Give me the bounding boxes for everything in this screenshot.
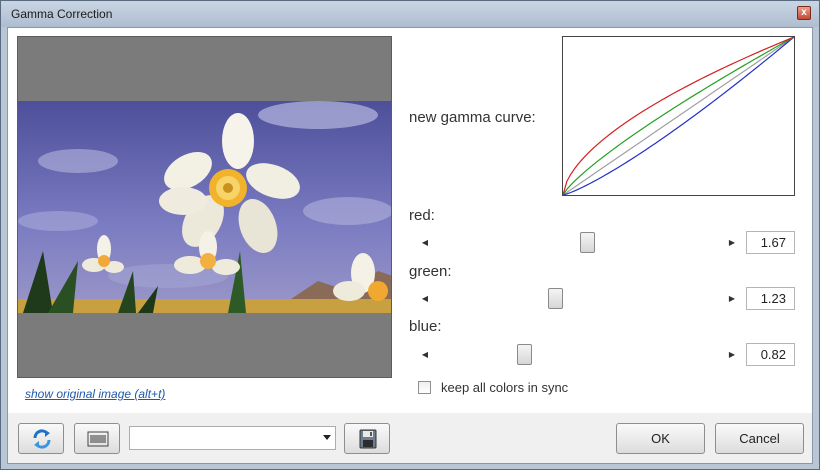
- histogram-button[interactable]: [74, 423, 120, 454]
- red-label: red:: [409, 207, 435, 224]
- reset-button[interactable]: [18, 423, 64, 454]
- reference-curve: [562, 36, 795, 196]
- refresh-icon: [33, 429, 51, 449]
- blue-label: blue:: [409, 318, 442, 335]
- blue-value-field[interactable]: 0.82: [746, 343, 795, 366]
- sync-label: keep all colors in sync: [441, 380, 569, 395]
- sync-checkbox[interactable]: [418, 381, 431, 394]
- image-preview: [17, 36, 392, 378]
- gamma-correction-dialog: Gamma Correction x show original image (…: [0, 0, 820, 470]
- ok-button[interactable]: OK: [616, 423, 705, 454]
- gamma-curve-label: new gamma curve:: [409, 109, 536, 126]
- red-slider-track[interactable]: [434, 232, 723, 253]
- green-slider-right-arrow[interactable]: ▶: [723, 288, 741, 309]
- gamma-curve-plot: [562, 36, 795, 196]
- dialog-body: show original image (alt+t) new gamma cu…: [7, 27, 813, 464]
- preview-photo: [18, 101, 391, 313]
- blue-slider-thumb[interactable]: [516, 344, 532, 365]
- green-slider-left-arrow[interactable]: ◀: [416, 288, 434, 309]
- show-original-link[interactable]: show original image (alt+t): [25, 387, 165, 401]
- histogram-icon: [87, 431, 109, 447]
- save-preset-button[interactable]: [344, 423, 390, 454]
- blue-slider-right-arrow[interactable]: ▶: [723, 344, 741, 365]
- green-value-field[interactable]: 1.23: [746, 287, 795, 310]
- red-value-field[interactable]: 1.67: [746, 231, 795, 254]
- blue-slider-track[interactable]: [434, 344, 723, 365]
- red-slider-thumb[interactable]: [580, 232, 596, 253]
- red-slider-right-arrow[interactable]: ▶: [723, 232, 741, 253]
- window-title: Gamma Correction: [11, 7, 113, 21]
- save-icon: [359, 429, 377, 449]
- blue-slider-left-arrow[interactable]: ◀: [416, 344, 434, 365]
- green-slider-track[interactable]: [434, 288, 723, 309]
- blue-slider[interactable]: ◀ ▶: [416, 344, 741, 365]
- chevron-down-icon: [323, 435, 331, 440]
- title-bar[interactable]: Gamma Correction x: [1, 1, 819, 27]
- cancel-button[interactable]: Cancel: [715, 423, 804, 454]
- red-slider-left-arrow[interactable]: ◀: [416, 232, 434, 253]
- green-slider-thumb[interactable]: [548, 288, 564, 309]
- red-slider[interactable]: ◀ ▶: [416, 232, 741, 253]
- green-slider[interactable]: ◀ ▶: [416, 288, 741, 309]
- close-button[interactable]: x: [797, 6, 811, 20]
- bottom-toolbar: OK Cancel: [8, 413, 812, 463]
- gamma-curve-graph: [562, 36, 795, 196]
- preset-dropdown[interactable]: [129, 426, 336, 450]
- green-label: green:: [409, 263, 452, 280]
